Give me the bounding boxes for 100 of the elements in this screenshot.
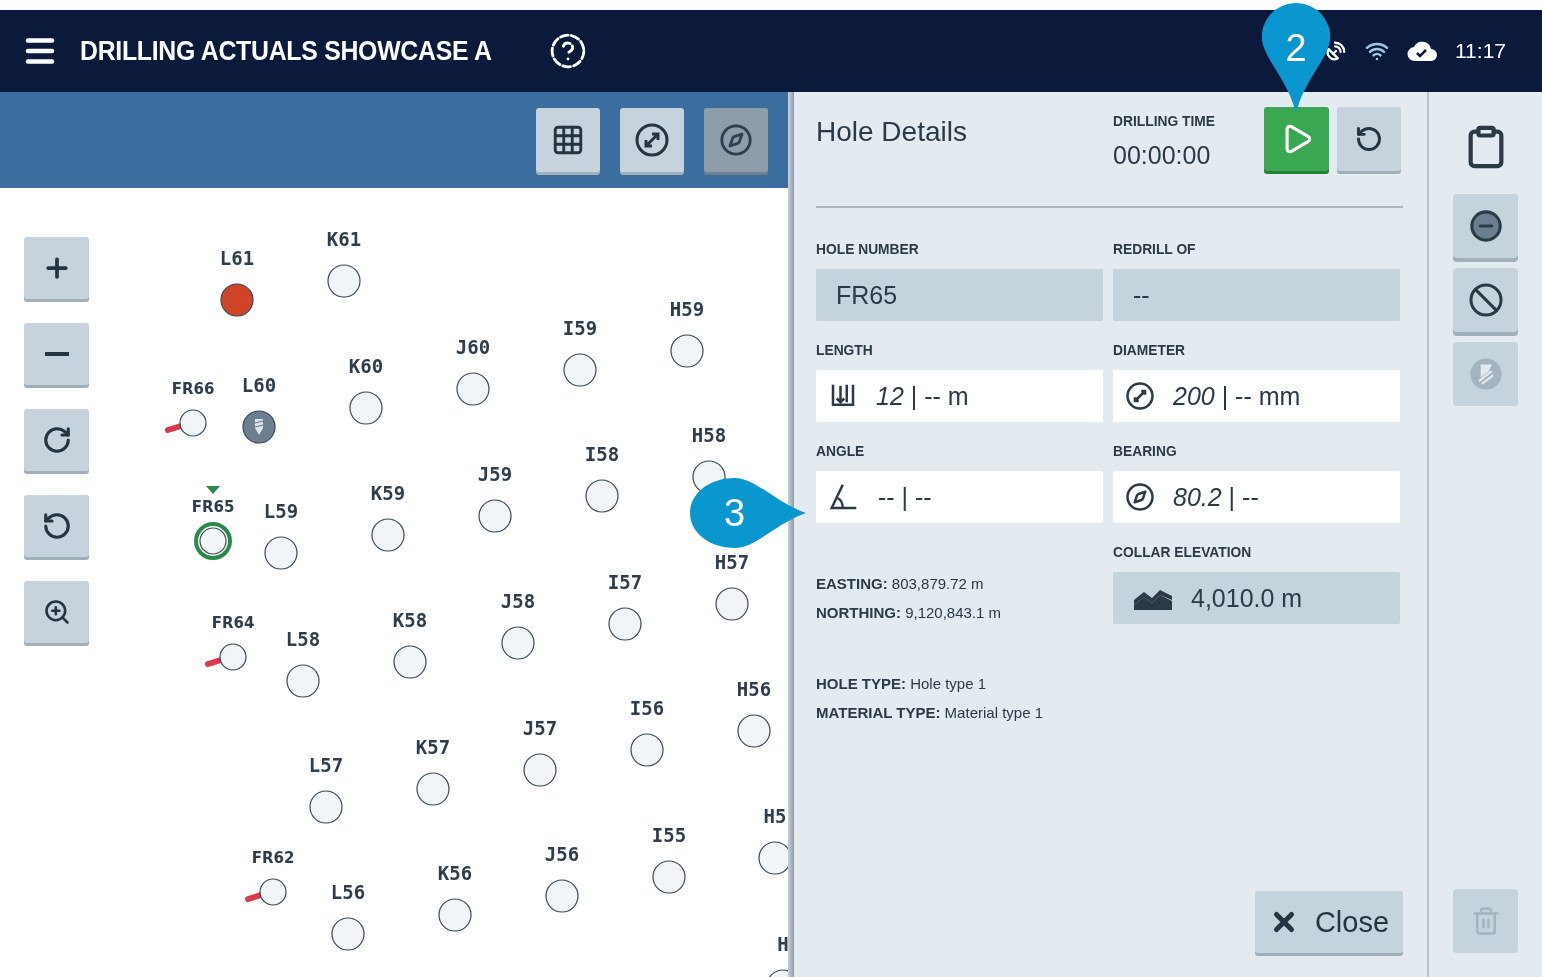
hole-marker[interactable] [758,841,788,875]
field-value: 4,010.0 m [1191,583,1303,613]
hole-marker[interactable] [264,536,298,570]
panel-title: Hole Details [816,116,968,148]
type-text: MATERIAL TYPE: Material type 1 [816,704,1044,721]
field-label: LENGTH [816,341,874,358]
clock-time: 11:17 [1455,39,1506,63]
hole-label: K57 [415,736,451,758]
field-value: -- [1133,280,1150,310]
hole-marker[interactable] [670,334,704,368]
compass-icon [719,123,753,157]
hole-marker[interactable] [630,733,664,767]
hole-label: J60 [455,336,491,358]
hole-marker[interactable] [585,479,619,513]
hole-label: I55 [651,824,687,846]
prohibited-icon [1467,282,1504,318]
hole-marker[interactable] [393,645,427,679]
field-label: DIAMETER [1113,341,1187,358]
cloud-check-icon [1407,40,1437,62]
map-view-button[interactable] [704,108,768,172]
hole-label: I56 [629,697,665,719]
hole-label: I59 [562,317,598,339]
field-label: HOLE NUMBER [816,240,920,257]
field-label: BEARING [1113,442,1178,459]
hole-marker[interactable] [563,353,597,387]
field-label: ANGLE [816,442,866,459]
satellite-dish-icon [1325,40,1347,62]
type-text: HOLE TYPE: Hole type 1 [816,675,988,692]
hole-label: L56 [330,881,366,903]
zoom-in-button[interactable] [24,237,89,299]
rotate-counterclockwise-icon [41,511,72,541]
hole-marker[interactable] [331,917,365,951]
hole-label: L61 [219,247,255,269]
hole-marker[interactable] [349,391,383,425]
hole-label: H57 [714,551,750,573]
field-label: COLLAR ELEVATION [1113,543,1253,560]
start-button[interactable] [1264,107,1329,171]
hole-label: H56 [736,678,772,700]
zoom-out-button[interactable] [24,323,89,385]
hole-marker[interactable] [456,372,490,406]
hole-marker[interactable] [193,521,233,561]
rotate-button[interactable] [24,409,89,471]
input-field[interactable]: 12 | -- m [816,370,1103,422]
hole-label: H59 [669,298,705,320]
hole-label: H5 [763,805,787,827]
hole-label: J58 [500,590,536,612]
table-icon [551,123,585,157]
drill-icon [1468,357,1503,391]
hole-label: L58 [285,628,321,650]
hole-marker[interactable] [608,607,642,641]
hole-label: J56 [544,843,580,865]
hole-marker[interactable] [478,499,512,533]
zoom-area-icon [42,598,71,626]
drilled-hole-marker[interactable] [220,283,254,317]
map-view-button[interactable] [536,108,600,172]
hole-label: L57 [308,754,344,776]
hole-label: K61 [326,228,362,250]
field-label: DRILLING TIME [1113,112,1216,129]
hole-marker[interactable] [501,626,535,660]
input-field[interactable]: 200 | -- mm [1113,370,1400,422]
hole-marker[interactable] [416,772,450,806]
hole-marker[interactable] [545,879,579,913]
hole-marker[interactable] [327,264,361,298]
app-title: DRILLING ACTUALS SHOWCASE A [80,35,492,67]
hole-marker[interactable] [523,753,557,787]
rotate-button[interactable] [24,495,89,557]
reset-icon [1355,125,1383,153]
hole-marker[interactable] [371,518,405,552]
zoom-area-button[interactable] [24,581,89,643]
reset-button[interactable] [1337,107,1401,171]
hole-marker[interactable] [737,714,771,748]
hole-label: K56 [437,862,473,884]
drilling-time-value: 00:00:00 [1113,141,1212,170]
drill-bit-hole-marker[interactable] [242,410,276,444]
hole-label: H [777,933,788,955]
help-icon[interactable] [549,32,588,70]
field-value: 80.2 | -- [1173,482,1259,512]
hole-label: K60 [348,355,384,377]
hole-marker[interactable] [715,587,749,621]
hole-label: J59 [477,463,513,485]
hole-marker[interactable] [652,860,686,894]
hole-label: K58 [392,609,428,631]
hole-label: J57 [522,717,558,739]
field-value: -- | -- [878,482,932,512]
field-label: REDRILL OF [1113,240,1197,257]
field-value: 12 | -- m [876,381,969,411]
rotate-clockwise-icon [41,425,72,455]
hole-label: FR64 [211,614,255,632]
map-view-button[interactable] [620,108,684,172]
minus-icon [44,352,69,356]
hole-marker[interactable] [286,664,320,698]
hole-marker[interactable] [309,790,343,824]
input-field[interactable]: -- | -- [816,471,1103,523]
hole-marker[interactable] [438,898,472,932]
input-field[interactable]: 80.2 | -- [1113,471,1400,523]
close-button[interactable]: Close [1255,891,1403,953]
hole-label: H58 [691,424,727,446]
hole-label: L59 [263,500,299,522]
hole-label: FR65 [191,498,235,516]
field-value: 200 | -- mm [1173,381,1301,411]
